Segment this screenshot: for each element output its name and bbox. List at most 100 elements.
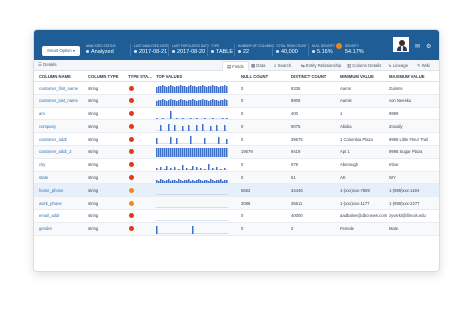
column-name-link[interactable]: customer_last_name	[39, 98, 78, 103]
rows-icon	[276, 50, 279, 54]
distinct-count: 39575	[291, 136, 303, 142]
minimum-value: aadbalee@dbcnews.com	[340, 213, 388, 219]
col-header-top-values[interactable]: TOP VALUES	[156, 74, 182, 79]
tab-entity-relationship[interactable]: ⇆ Entity Relationship	[297, 61, 345, 71]
column-name-link[interactable]: company	[39, 124, 56, 129]
sparkline-bar	[210, 147, 212, 157]
sparkline-bar	[226, 139, 228, 145]
sparkline-bar	[170, 110, 172, 119]
sparkline-bar	[200, 147, 202, 157]
column-name-link[interactable]: city	[39, 162, 45, 167]
col-header-column-type[interactable]: COLUMN TYPE	[88, 74, 118, 79]
table-row[interactable]: city string 0 979 Aberough Inbur	[34, 159, 439, 172]
column-name-link[interactable]: customer_first_name	[39, 86, 78, 91]
sparkline-bar	[190, 147, 192, 157]
sparkline-bar	[188, 99, 190, 106]
sparkline-bar	[158, 180, 160, 183]
sparkline-bar	[212, 167, 214, 170]
table-row[interactable]: work_phone string 3088 36511 1-(xxx)xxx-1177…	[34, 197, 439, 210]
column-name-link[interactable]: work_phone	[39, 201, 62, 206]
sparkline-bar	[188, 147, 190, 157]
top-values-sparkline	[156, 207, 228, 209]
col-header-column-name[interactable]: COLUMN NAME	[39, 74, 71, 79]
sparkline-bar	[220, 99, 222, 106]
column-type: string	[88, 98, 99, 104]
top-values-sparkline	[156, 194, 228, 196]
sparkline-bar	[206, 179, 208, 183]
tab-column-details[interactable]: ▥ Column Details	[343, 61, 385, 71]
table-row[interactable]: email_addr string 0 40000 aadbalee@dbcnews.c…	[34, 210, 439, 223]
share-icon[interactable]: ✉	[415, 43, 420, 50]
type-status-icon	[129, 136, 134, 142]
sparkline-bar	[196, 125, 198, 132]
settings-icon[interactable]: ⚙	[426, 43, 431, 50]
sparkline-bar	[160, 147, 162, 157]
sparkline-bar	[192, 147, 194, 157]
type-status-icon	[129, 85, 134, 91]
tab-data[interactable]: ▦ Data	[247, 61, 269, 71]
sparkline-bar	[214, 180, 216, 183]
table-row[interactable]: customer_addr string 0 39575 1 Columbia Plaz…	[34, 133, 439, 146]
maximum-value: Zooaily	[389, 123, 403, 129]
sparkline-bar	[182, 86, 184, 93]
maximum-value: 9999	[389, 111, 399, 117]
sparkline-bar	[162, 147, 164, 157]
type-status-icon	[129, 111, 134, 117]
top-values-sparkline	[156, 225, 228, 234]
col-header-type-status[interactable]: TYPE STA...	[128, 74, 152, 79]
null-count: 0	[241, 85, 244, 91]
table-body: customer_first_name string 0 8335 Aaron Zuism…	[34, 82, 439, 236]
tab-fields[interactable]: ▤ Fields	[222, 61, 249, 71]
table-icon	[211, 50, 214, 54]
status-dot-icon	[86, 50, 89, 54]
details-toggle[interactable]: ☰ Details	[38, 62, 57, 68]
sparkline-bar	[200, 167, 202, 170]
sparkline-bar	[198, 147, 200, 157]
table-row[interactable]: gender string 0 2 Female Male	[34, 222, 439, 236]
smart-option-button[interactable]: Smart Option ▾	[42, 46, 80, 56]
maximum-value: von Neesku	[389, 98, 412, 104]
sparkline-bar	[180, 147, 182, 157]
sparkline-bar	[186, 100, 188, 106]
table-row[interactable]: am string 0 400 1 9999	[34, 108, 439, 121]
maximum-value: 9998 Sugar Plaza	[389, 149, 423, 155]
sparkline-bar	[166, 179, 168, 183]
sparkline-bar	[164, 180, 166, 183]
sparkline-bar	[172, 99, 174, 106]
sparkline-bar	[158, 86, 160, 93]
column-name-link[interactable]: email_addr	[39, 213, 60, 218]
type-status-icon	[129, 187, 134, 193]
sparkline-bar	[178, 168, 180, 170]
col-header-distinct-count[interactable]: DISTINCT COUNT	[291, 74, 326, 79]
sparkline-bar	[208, 163, 210, 170]
column-name-link[interactable]: am	[39, 111, 45, 116]
column-name-link[interactable]: home_phone	[39, 188, 63, 193]
avatar[interactable]	[393, 37, 409, 52]
table-row[interactable]: state string 0 51 AK WY	[34, 171, 439, 185]
table-row[interactable]: home_phone string 5552 34446 1-(xxx)xxx-7889…	[34, 184, 439, 198]
sparkline-bar	[226, 117, 228, 119]
calendar-icon	[172, 50, 175, 54]
sparkline-bar	[196, 87, 198, 93]
col-header-minimum-value[interactable]: MINIMUM VALUE	[340, 74, 374, 79]
col-header-maximum-value[interactable]: MAXIMUM VALUE	[389, 74, 425, 79]
column-name-link[interactable]: state	[39, 175, 48, 180]
table-row[interactable]: customer_first_name string 0 8335 Aaron Zuism…	[34, 82, 439, 95]
table-row[interactable]: customer_addr_2 string 19579 9419 Apt 1 9998 …	[34, 145, 439, 159]
sparkline-bar	[204, 138, 206, 145]
tab-search[interactable]: ⌕ Search	[270, 61, 295, 71]
col-header-null-count[interactable]: NULL COUNT	[241, 74, 268, 79]
sparkline-bar	[224, 167, 226, 170]
column-name-link[interactable]: customer_addr_2	[39, 149, 72, 154]
table-row[interactable]: customer_last_name string 0 8809 Aamis von Ne…	[34, 94, 439, 108]
sparkline-bar	[196, 100, 198, 106]
sparkline-bar	[170, 180, 172, 183]
tab-wiki[interactable]: ✎ Wiki	[413, 61, 434, 71]
sparkline-bar	[204, 99, 206, 106]
sparkline-bar	[218, 179, 220, 183]
table-row[interactable]: company string 0 9075 Abidia Zooaily	[34, 120, 439, 134]
column-name-link[interactable]: gender	[39, 226, 52, 231]
tab-lineage[interactable]: ↳ Lineage	[384, 61, 412, 71]
top-values-sparkline	[156, 147, 228, 157]
column-name-link[interactable]: customer_addr	[39, 137, 67, 142]
